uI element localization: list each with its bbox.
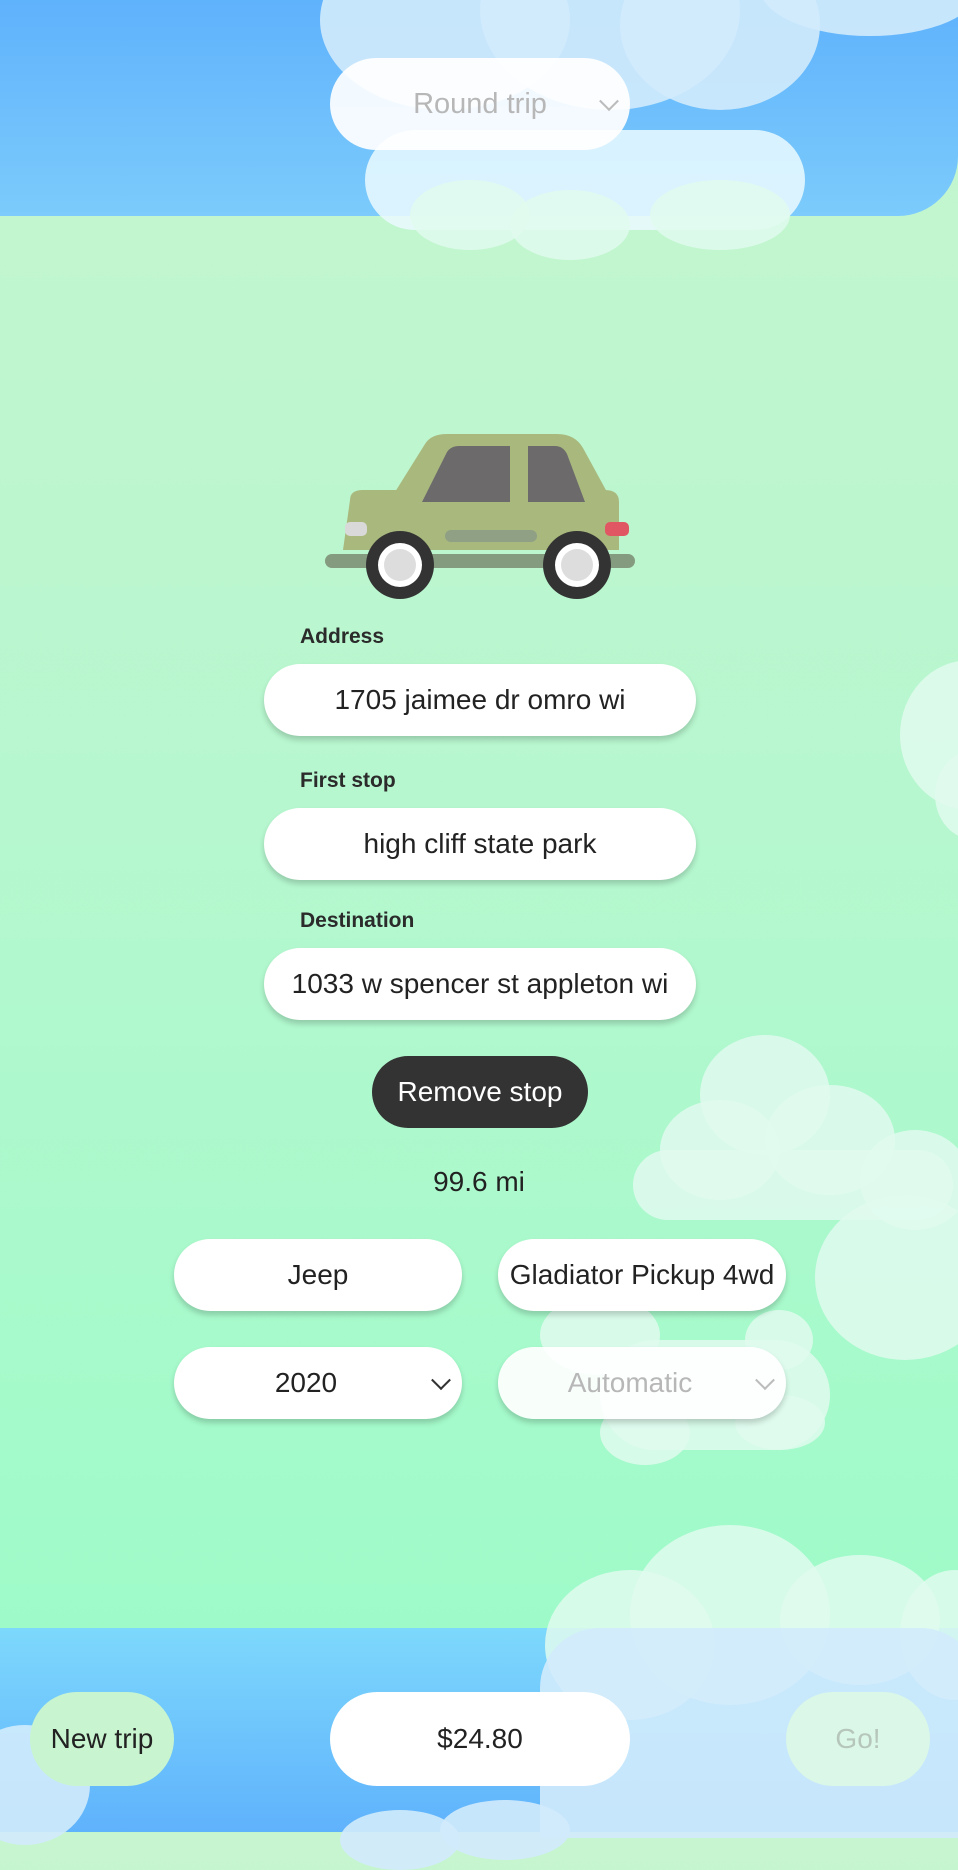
go-button[interactable]: Go! [786, 1692, 930, 1786]
car-illustration [325, 434, 635, 599]
first-stop-input[interactable]: high cliff state park [264, 808, 696, 880]
trip-type-select[interactable]: Round trip [330, 58, 630, 150]
trip-type-value: Round trip [413, 87, 547, 120]
address-input[interactable]: 1705 jaimee dr omro wi [264, 664, 696, 736]
transmission-value: Automatic [567, 1367, 693, 1398]
destination-label: Destination [300, 909, 415, 932]
first-stop-label: First stop [300, 769, 396, 792]
chevron-down-icon [431, 1370, 451, 1391]
destination-input[interactable]: 1033 w spencer st appleton wi [264, 948, 696, 1020]
trip-cost-display: $24.80 [330, 1692, 630, 1786]
chevron-down-icon [599, 91, 619, 112]
vehicle-year-value: 2020 [274, 1367, 338, 1398]
vehicle-year-select[interactable]: 2020 [174, 1347, 462, 1419]
vehicle-model-input[interactable]: Gladiator Pickup 4wd [498, 1239, 786, 1311]
chevron-down-icon [755, 1370, 775, 1391]
remove-stop-button[interactable]: Remove stop [372, 1056, 588, 1128]
vehicle-make-input[interactable]: Jeep [174, 1239, 462, 1311]
distance-readout: 99.6 mi [433, 1166, 525, 1197]
transmission-select[interactable]: Automatic [498, 1347, 786, 1419]
address-label: Address [300, 625, 385, 648]
new-trip-button[interactable]: New trip [30, 1692, 174, 1786]
